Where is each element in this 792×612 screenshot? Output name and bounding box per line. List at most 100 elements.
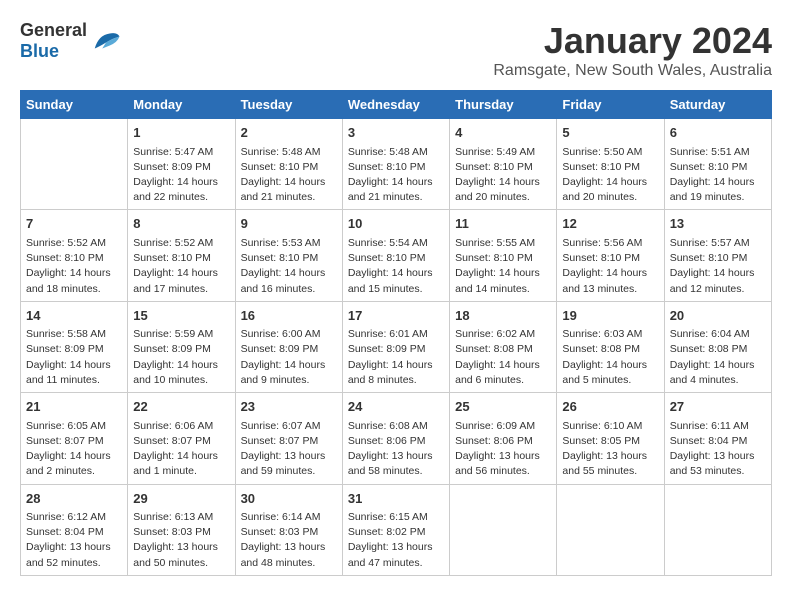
calendar-week-row: 21Sunrise: 6:05 AM Sunset: 8:07 PM Dayli…	[21, 393, 772, 484]
logo-general: General	[20, 20, 87, 40]
day-info: Sunrise: 5:50 AM Sunset: 8:10 PM Dayligh…	[562, 145, 658, 206]
calendar-cell: 5Sunrise: 5:50 AM Sunset: 8:10 PM Daylig…	[557, 119, 664, 210]
calendar-cell: 28Sunrise: 6:12 AM Sunset: 8:04 PM Dayli…	[21, 484, 128, 575]
day-info: Sunrise: 6:10 AM Sunset: 8:05 PM Dayligh…	[562, 419, 658, 480]
calendar-cell: 16Sunrise: 6:00 AM Sunset: 8:09 PM Dayli…	[235, 301, 342, 392]
logo-blue: Blue	[20, 41, 59, 61]
month-title: January 2024	[493, 20, 772, 62]
day-header-saturday: Saturday	[664, 91, 771, 119]
day-info: Sunrise: 5:52 AM Sunset: 8:10 PM Dayligh…	[26, 236, 122, 297]
day-number: 9	[241, 214, 337, 234]
day-info: Sunrise: 5:55 AM Sunset: 8:10 PM Dayligh…	[455, 236, 551, 297]
calendar-cell: 14Sunrise: 5:58 AM Sunset: 8:09 PM Dayli…	[21, 301, 128, 392]
calendar-cell: 12Sunrise: 5:56 AM Sunset: 8:10 PM Dayli…	[557, 210, 664, 301]
calendar-cell	[21, 119, 128, 210]
day-info: Sunrise: 6:09 AM Sunset: 8:06 PM Dayligh…	[455, 419, 551, 480]
day-info: Sunrise: 6:01 AM Sunset: 8:09 PM Dayligh…	[348, 327, 444, 388]
calendar-cell: 13Sunrise: 5:57 AM Sunset: 8:10 PM Dayli…	[664, 210, 771, 301]
calendar-cell: 2Sunrise: 5:48 AM Sunset: 8:10 PM Daylig…	[235, 119, 342, 210]
day-number: 15	[133, 306, 229, 326]
day-number: 8	[133, 214, 229, 234]
day-info: Sunrise: 6:12 AM Sunset: 8:04 PM Dayligh…	[26, 510, 122, 571]
day-number: 5	[562, 123, 658, 143]
day-info: Sunrise: 5:58 AM Sunset: 8:09 PM Dayligh…	[26, 327, 122, 388]
day-header-friday: Friday	[557, 91, 664, 119]
calendar-cell: 6Sunrise: 5:51 AM Sunset: 8:10 PM Daylig…	[664, 119, 771, 210]
day-info: Sunrise: 6:13 AM Sunset: 8:03 PM Dayligh…	[133, 510, 229, 571]
day-info: Sunrise: 6:14 AM Sunset: 8:03 PM Dayligh…	[241, 510, 337, 571]
title-area: January 2024 Ramsgate, New South Wales, …	[493, 20, 772, 80]
logo: General Blue	[20, 20, 121, 62]
day-info: Sunrise: 6:15 AM Sunset: 8:02 PM Dayligh…	[348, 510, 444, 571]
calendar-cell: 7Sunrise: 5:52 AM Sunset: 8:10 PM Daylig…	[21, 210, 128, 301]
calendar-cell: 29Sunrise: 6:13 AM Sunset: 8:03 PM Dayli…	[128, 484, 235, 575]
calendar-header-row: SundayMondayTuesdayWednesdayThursdayFrid…	[21, 91, 772, 119]
day-header-sunday: Sunday	[21, 91, 128, 119]
calendar-week-row: 7Sunrise: 5:52 AM Sunset: 8:10 PM Daylig…	[21, 210, 772, 301]
day-info: Sunrise: 5:47 AM Sunset: 8:09 PM Dayligh…	[133, 145, 229, 206]
day-info: Sunrise: 5:48 AM Sunset: 8:10 PM Dayligh…	[348, 145, 444, 206]
calendar-cell: 20Sunrise: 6:04 AM Sunset: 8:08 PM Dayli…	[664, 301, 771, 392]
day-number: 28	[26, 489, 122, 509]
calendar-cell: 25Sunrise: 6:09 AM Sunset: 8:06 PM Dayli…	[450, 393, 557, 484]
day-number: 10	[348, 214, 444, 234]
day-number: 6	[670, 123, 766, 143]
day-header-thursday: Thursday	[450, 91, 557, 119]
day-number: 20	[670, 306, 766, 326]
calendar-week-row: 28Sunrise: 6:12 AM Sunset: 8:04 PM Dayli…	[21, 484, 772, 575]
day-header-monday: Monday	[128, 91, 235, 119]
day-number: 24	[348, 397, 444, 417]
day-number: 1	[133, 123, 229, 143]
day-number: 29	[133, 489, 229, 509]
day-info: Sunrise: 6:05 AM Sunset: 8:07 PM Dayligh…	[26, 419, 122, 480]
day-header-wednesday: Wednesday	[342, 91, 449, 119]
day-info: Sunrise: 6:04 AM Sunset: 8:08 PM Dayligh…	[670, 327, 766, 388]
logo-bird-icon	[91, 27, 121, 55]
page-header: General Blue January 2024 Ramsgate, New …	[20, 20, 772, 80]
calendar-cell: 26Sunrise: 6:10 AM Sunset: 8:05 PM Dayli…	[557, 393, 664, 484]
calendar-cell: 21Sunrise: 6:05 AM Sunset: 8:07 PM Dayli…	[21, 393, 128, 484]
calendar-cell: 3Sunrise: 5:48 AM Sunset: 8:10 PM Daylig…	[342, 119, 449, 210]
calendar-cell: 4Sunrise: 5:49 AM Sunset: 8:10 PM Daylig…	[450, 119, 557, 210]
calendar-cell: 17Sunrise: 6:01 AM Sunset: 8:09 PM Dayli…	[342, 301, 449, 392]
day-info: Sunrise: 5:56 AM Sunset: 8:10 PM Dayligh…	[562, 236, 658, 297]
day-info: Sunrise: 6:02 AM Sunset: 8:08 PM Dayligh…	[455, 327, 551, 388]
calendar-cell: 22Sunrise: 6:06 AM Sunset: 8:07 PM Dayli…	[128, 393, 235, 484]
day-info: Sunrise: 5:49 AM Sunset: 8:10 PM Dayligh…	[455, 145, 551, 206]
calendar-cell: 10Sunrise: 5:54 AM Sunset: 8:10 PM Dayli…	[342, 210, 449, 301]
day-number: 4	[455, 123, 551, 143]
calendar-cell: 11Sunrise: 5:55 AM Sunset: 8:10 PM Dayli…	[450, 210, 557, 301]
calendar-cell	[557, 484, 664, 575]
day-number: 16	[241, 306, 337, 326]
day-info: Sunrise: 6:08 AM Sunset: 8:06 PM Dayligh…	[348, 419, 444, 480]
day-number: 12	[562, 214, 658, 234]
day-info: Sunrise: 5:53 AM Sunset: 8:10 PM Dayligh…	[241, 236, 337, 297]
logo-text: General Blue	[20, 20, 87, 62]
day-number: 31	[348, 489, 444, 509]
day-info: Sunrise: 5:51 AM Sunset: 8:10 PM Dayligh…	[670, 145, 766, 206]
day-info: Sunrise: 5:57 AM Sunset: 8:10 PM Dayligh…	[670, 236, 766, 297]
calendar-week-row: 1Sunrise: 5:47 AM Sunset: 8:09 PM Daylig…	[21, 119, 772, 210]
day-header-tuesday: Tuesday	[235, 91, 342, 119]
day-number: 23	[241, 397, 337, 417]
day-info: Sunrise: 5:48 AM Sunset: 8:10 PM Dayligh…	[241, 145, 337, 206]
calendar-cell: 24Sunrise: 6:08 AM Sunset: 8:06 PM Dayli…	[342, 393, 449, 484]
day-number: 26	[562, 397, 658, 417]
calendar-cell: 23Sunrise: 6:07 AM Sunset: 8:07 PM Dayli…	[235, 393, 342, 484]
calendar-cell	[664, 484, 771, 575]
day-number: 27	[670, 397, 766, 417]
day-info: Sunrise: 6:06 AM Sunset: 8:07 PM Dayligh…	[133, 419, 229, 480]
day-number: 22	[133, 397, 229, 417]
day-info: Sunrise: 5:54 AM Sunset: 8:10 PM Dayligh…	[348, 236, 444, 297]
day-number: 13	[670, 214, 766, 234]
calendar-cell: 31Sunrise: 6:15 AM Sunset: 8:02 PM Dayli…	[342, 484, 449, 575]
calendar-cell	[450, 484, 557, 575]
calendar-week-row: 14Sunrise: 5:58 AM Sunset: 8:09 PM Dayli…	[21, 301, 772, 392]
calendar-cell: 18Sunrise: 6:02 AM Sunset: 8:08 PM Dayli…	[450, 301, 557, 392]
calendar-cell: 9Sunrise: 5:53 AM Sunset: 8:10 PM Daylig…	[235, 210, 342, 301]
day-info: Sunrise: 6:07 AM Sunset: 8:07 PM Dayligh…	[241, 419, 337, 480]
calendar-cell: 15Sunrise: 5:59 AM Sunset: 8:09 PM Dayli…	[128, 301, 235, 392]
day-info: Sunrise: 6:00 AM Sunset: 8:09 PM Dayligh…	[241, 327, 337, 388]
calendar-table: SundayMondayTuesdayWednesdayThursdayFrid…	[20, 90, 772, 576]
day-number: 30	[241, 489, 337, 509]
